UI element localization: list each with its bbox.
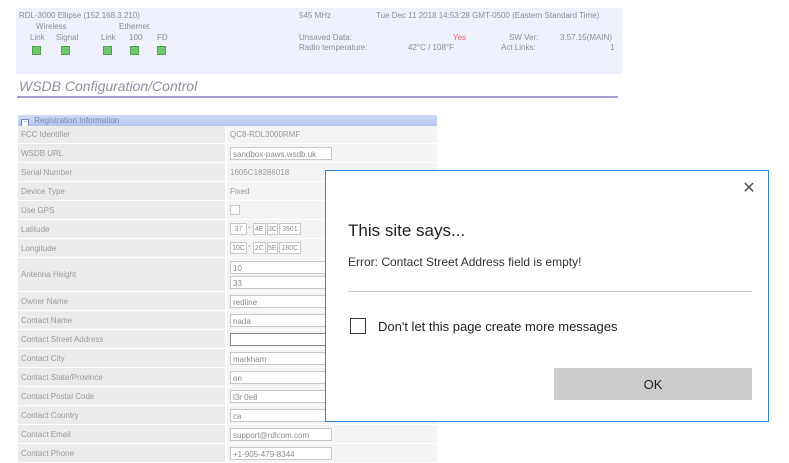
contact-phone-input[interactable]: +1-905-479-8344	[230, 446, 332, 460]
wireless-link-led-icon	[32, 46, 41, 55]
degree-mark: °	[248, 244, 251, 252]
close-icon[interactable]: ✕	[739, 178, 759, 198]
latitude-degrees-input[interactable]: 37	[230, 223, 247, 235]
act-links-value: 1	[610, 43, 615, 52]
act-links-label: Act Links:	[501, 43, 536, 52]
fcc-id-label: FCC Identifier	[18, 126, 225, 143]
device-name: RDL-3000 Ellipse (152.168.3.210)	[19, 11, 140, 20]
owner-name-input[interactable]: redline	[230, 294, 332, 308]
latitude-fraction-input[interactable]: 3501	[278, 223, 301, 235]
device-type-label: Device Type	[18, 182, 225, 200]
longitude-fraction-input[interactable]: 180C	[278, 242, 301, 254]
ok-button[interactable]: OK	[554, 368, 752, 400]
dialog-divider	[348, 291, 752, 292]
table-row: Contact Phone +1-905-479-8344	[18, 444, 437, 463]
wireless-signal-led-icon	[61, 46, 70, 55]
ethernet-heading: Ethernet	[119, 22, 150, 31]
antenna-height-label: Antenna Height	[18, 258, 225, 291]
table-row: FCC Identifier QC8-RDL3000RMF	[18, 126, 437, 144]
wsdb-url-label: WSDB URL	[18, 144, 225, 162]
longitude-seconds-input[interactable]: 5E	[266, 242, 278, 254]
longitude-label: Longitude	[18, 239, 225, 257]
contact-name-input[interactable]: nada	[230, 313, 332, 327]
longitude-minutes-input[interactable]: 2C	[252, 242, 266, 254]
contact-name-label: Contact Name	[18, 311, 225, 329]
contact-state-label: Contact State/Province	[18, 368, 225, 386]
frequency-readout: 545 MHz	[299, 11, 332, 20]
contact-postal-label: Contact Postal Code	[18, 387, 225, 405]
sw-ver-label: SW Ver:	[509, 33, 539, 42]
contact-email-input[interactable]: support@rdlcom.com	[230, 427, 332, 441]
alert-dialog: ✕ This site says... Error: Contact Stree…	[325, 170, 769, 422]
contact-country-label: Contact Country	[18, 406, 225, 424]
owner-name-label: Owner Name	[18, 292, 225, 310]
table-row: Contact Email support@rdlcom.com	[18, 425, 437, 444]
contact-street-label: Contact Street Address	[18, 330, 225, 348]
serial-number-label: Serial Number	[18, 163, 225, 181]
use-gps-label: Use GPS	[18, 201, 225, 219]
wsdb-url-input[interactable]: sandbox-paws.wsdb.uk	[230, 146, 332, 160]
datetime-readout: Tue Dec 11 2018 14:53:28 GMT-0500 (Easte…	[376, 11, 600, 20]
antenna-height-meters-input[interactable]: 10	[230, 260, 332, 274]
contact-city-input[interactable]: markham	[230, 351, 332, 365]
unsaved-data-label: Unsaved Data:	[299, 33, 352, 42]
contact-street-input[interactable]	[230, 332, 332, 346]
ethernet-fd-label: FD	[157, 33, 168, 42]
contact-email-label: Contact Email	[18, 425, 225, 443]
radio-temp-label: Radio temperature:	[299, 43, 368, 52]
antenna-height-feet-input[interactable]: 33	[230, 275, 332, 289]
radio-temp-value: 42°C / 108°F	[408, 43, 454, 52]
registration-section-header[interactable]: − Registration Information	[18, 115, 437, 127]
fcc-id-value: QC8-RDL3000RMF	[227, 126, 437, 143]
ethernet-link-led-icon	[103, 46, 112, 55]
wireless-link-label: Link	[30, 33, 45, 42]
degree-mark: °	[248, 225, 251, 233]
dialog-message: Error: Contact Street Address field is e…	[348, 255, 582, 269]
ethernet-link-label: Link	[101, 33, 116, 42]
latitude-minutes-input[interactable]: 4E	[252, 223, 266, 235]
title-divider	[17, 96, 618, 98]
latitude-label: Latitude	[18, 220, 225, 238]
contact-city-label: Contact City	[18, 349, 225, 367]
suppress-messages-label[interactable]: Don't let this page create more messages	[378, 319, 618, 334]
wireless-signal-label: Signal	[56, 33, 79, 42]
contact-country-input[interactable]: ca	[230, 408, 332, 422]
contact-state-input[interactable]: on	[230, 370, 332, 384]
table-row: WSDB URL sandbox-paws.wsdb.uk	[18, 144, 437, 163]
use-gps-checkbox[interactable]	[230, 205, 240, 215]
ethernet-100-led-icon	[130, 46, 139, 55]
status-bar: RDL-3000 Ellipse (152.168.3.210) 545 MHz…	[16, 8, 622, 74]
latitude-seconds-input[interactable]: 3C	[266, 223, 278, 235]
section-title: Registration Information	[34, 116, 120, 125]
suppress-messages-checkbox[interactable]	[350, 318, 366, 334]
sw-ver-value: 3.57.15(MAIN)	[560, 33, 613, 42]
contact-phone-label: Contact Phone	[18, 444, 225, 462]
contact-postal-input[interactable]: l3r 0e8	[230, 389, 332, 403]
ethernet-fd-led-icon	[157, 46, 166, 55]
longitude-degrees-input[interactable]: 10C	[230, 242, 247, 254]
page-title: WSDB Configuration/Control	[19, 78, 198, 94]
wireless-heading: Wireless	[36, 22, 67, 31]
dialog-title: This site says...	[348, 221, 466, 240]
unsaved-data-value: Yes	[453, 33, 467, 42]
ethernet-100-label: 100	[129, 33, 143, 42]
